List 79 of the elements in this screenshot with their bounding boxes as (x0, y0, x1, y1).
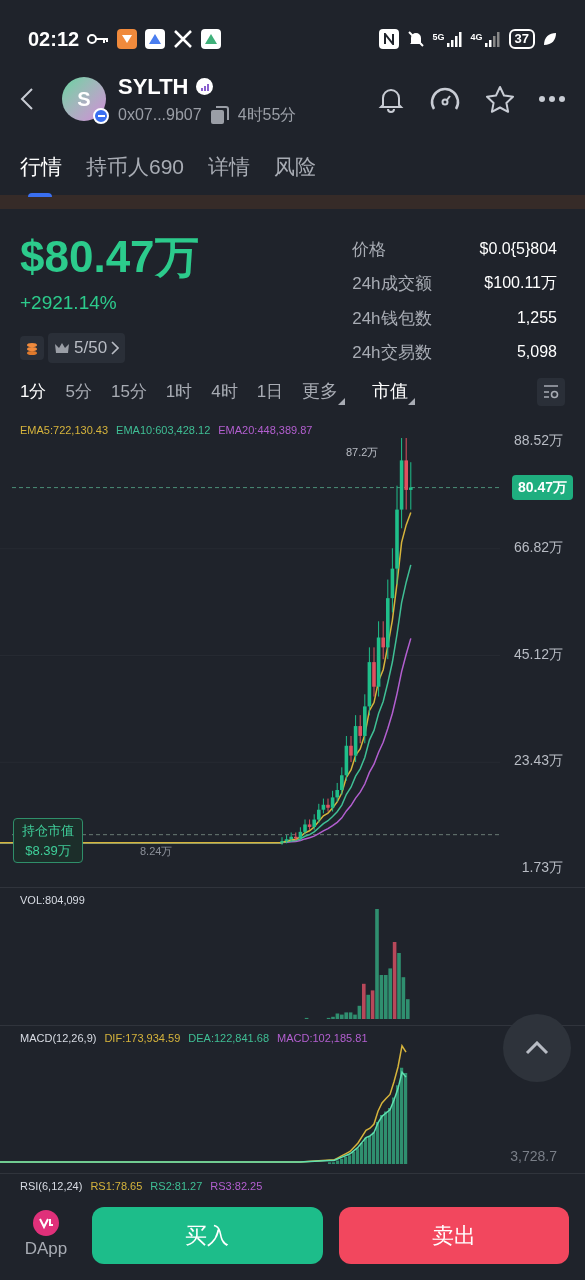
tab[interactable]: 风险 (274, 151, 317, 195)
caret-icon (338, 398, 346, 405)
stat-value: $100.11万 (483, 273, 557, 293)
legend-label: DEA:122,841.68 (188, 1031, 269, 1046)
interval-tab[interactable]: 15分 (110, 378, 147, 405)
rsi-label: RSI(6,12,24) (20, 1179, 83, 1194)
coins-icon[interactable] (20, 335, 44, 360)
app-icon (117, 29, 138, 49)
stat-value: $0.0{5}804 (479, 238, 557, 259)
app-icon (145, 29, 166, 49)
legend-label: MACD:102,185.81 (277, 1031, 368, 1046)
legend-label: RS3:82.25 (210, 1179, 263, 1194)
token-symbol: SYLTH (118, 73, 189, 101)
dropdown-button[interactable]: 市值 (372, 378, 416, 405)
dapp-logo-icon (33, 1209, 59, 1236)
legend-label: EMA5:722,130.43 (20, 422, 109, 438)
tab[interactable]: 详情 (208, 151, 251, 195)
low-label: 8.24万 (140, 844, 173, 859)
back-icon[interactable] (20, 86, 34, 111)
interval-tab[interactable]: 4时 (211, 378, 238, 405)
tab[interactable]: 持币人690 (86, 151, 185, 195)
price-change: +2921.14% (20, 290, 118, 315)
stat-label: 24h交易数 (352, 342, 432, 364)
legend-label: RS1:78.65 (90, 1179, 143, 1194)
token-age: 4时55分 (237, 105, 297, 125)
caret-icon (408, 398, 416, 405)
axis-label: 1.73万 (521, 858, 563, 877)
star-icon[interactable] (485, 84, 515, 113)
stat-label: 价格 (352, 238, 388, 261)
rank-chip[interactable]: 5/50 (48, 333, 126, 363)
legend-label: EMA10:603,428.12 (116, 422, 211, 438)
interval-tab[interactable]: 5分 (65, 378, 92, 405)
legend-label: RS2:81.27 (150, 1179, 203, 1194)
copy-icon[interactable] (209, 105, 230, 125)
stat-value: 5,098 (515, 342, 557, 362)
token-avatar: S (62, 76, 106, 121)
token-address: 0x07...9b07 (118, 105, 202, 125)
dropdown-button[interactable]: 更多 (302, 378, 346, 405)
network-label: 5G (432, 31, 445, 44)
more-icon[interactable] (539, 95, 565, 102)
chart-badge-icon (196, 78, 214, 95)
chart-settings-icon[interactable] (537, 377, 565, 406)
key-icon (87, 33, 110, 45)
axis-label: 88.52万 (513, 431, 563, 450)
signal-icon (484, 31, 501, 47)
hold-value: $8.39万 (25, 841, 71, 860)
interval-tab[interactable]: 1时 (165, 378, 193, 405)
chevron-up-icon (525, 1041, 549, 1055)
sell-button[interactable]: 卖出 (338, 1207, 569, 1264)
crown-icon (54, 341, 70, 354)
leaf-icon (543, 32, 557, 46)
interval-tab[interactable]: 1日 (256, 378, 284, 405)
interval-tab[interactable]: 1分 (20, 378, 47, 405)
stat-label: 24h成交额 (352, 273, 432, 295)
current-price-tag: 80.47万 (511, 474, 573, 500)
chevron-right-icon (111, 340, 120, 355)
signal-icon (446, 31, 463, 47)
nfc-icon (378, 29, 399, 49)
battery-indicator: 37 (508, 29, 535, 49)
stat-label: 24h钱包数 (352, 307, 432, 330)
volume-label: VOL:804,099 (20, 893, 85, 908)
axis-label: 45.12万 (513, 644, 563, 664)
clock: 02:12 (28, 27, 80, 52)
legend-label: DIF:173,934.59 (104, 1031, 181, 1046)
dapp-button[interactable]: DApp (16, 1209, 76, 1262)
x-logo-icon (173, 29, 194, 49)
app-icon (201, 29, 222, 49)
network-label: 4G (470, 31, 483, 44)
market-cap-value: $80.47万 (20, 230, 199, 283)
high-label: 87.2万 (346, 445, 379, 460)
bell-off-icon (406, 30, 425, 48)
axis-label: 23.43万 (513, 751, 563, 771)
rank-value: 5/50 (74, 337, 108, 359)
stat-value: 1,255 (515, 307, 557, 328)
macd-label: MACD(12,26,9) (20, 1031, 97, 1046)
axis-label: 3,728.7 (510, 1147, 557, 1166)
axis-label: 66.82万 (513, 537, 563, 557)
legend-label: EMA20:448,389.87 (218, 422, 313, 438)
hold-label: 持仓市值 (22, 822, 74, 840)
